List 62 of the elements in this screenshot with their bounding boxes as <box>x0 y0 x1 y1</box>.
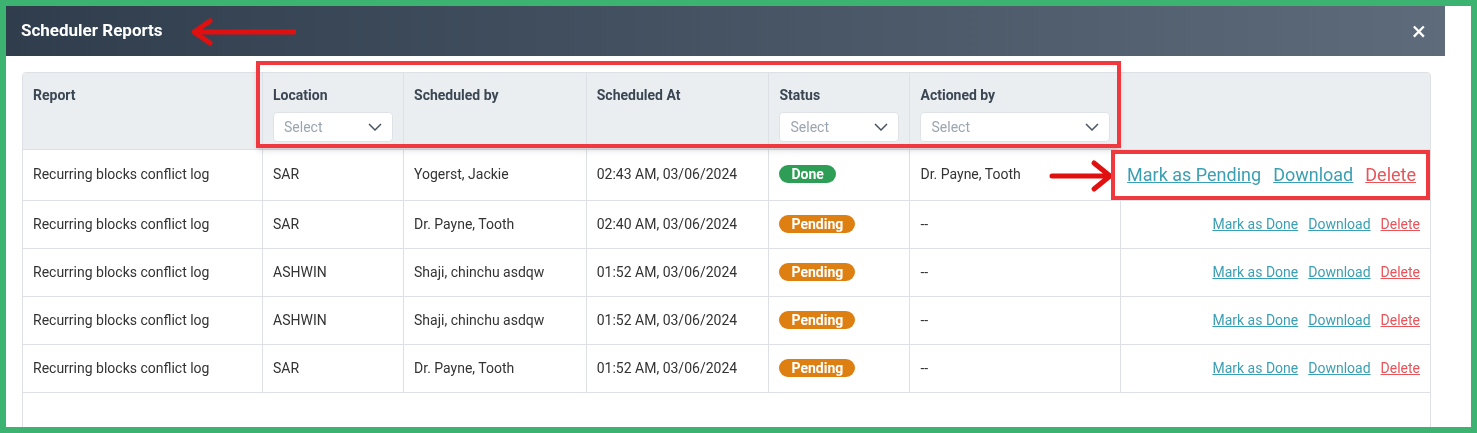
table-cell: SAR <box>262 149 404 200</box>
table-cell: Recurring blocks conflict log <box>23 296 263 344</box>
action-link[interactable]: Mark as Done <box>1212 261 1299 283</box>
close-button[interactable]: × <box>1408 18 1430 44</box>
action-link[interactable]: Download <box>1308 357 1371 379</box>
column-label: Report <box>33 86 77 105</box>
dialog-title: Scheduler Reports <box>21 19 163 43</box>
status-badge: Pending <box>779 262 856 281</box>
table-cell: ASHWIN <box>262 296 404 344</box>
delete-link[interactable]: Delete <box>1380 357 1420 379</box>
table-cell: Dr. Payne, Tooth <box>403 200 587 248</box>
table-cell: 01:52 AM, 03/06/2024 <box>586 248 769 296</box>
action-link[interactable]: Mark as Done <box>1212 357 1299 379</box>
table-cell: Dr. Payne, Tooth <box>403 344 587 392</box>
annotation-arrow-right <box>1048 159 1114 193</box>
column-label: Scheduled by <box>414 86 500 105</box>
action-link[interactable]: Download <box>1308 261 1371 283</box>
table-cell: 02:43 AM, 03/06/2024 <box>586 149 769 200</box>
filter-select[interactable]: Select <box>273 112 394 142</box>
column-label: Actioned by <box>920 86 997 105</box>
table-cell: 01:52 AM, 03/06/2024 <box>586 296 769 344</box>
delete-link[interactable]: Delete <box>1380 309 1420 331</box>
table-cell: Yogerst, Jackie <box>403 149 587 200</box>
chevron-down-icon <box>368 123 383 131</box>
action-link[interactable]: Mark as Pending <box>1127 161 1262 188</box>
table-cell: SAR <box>262 344 404 392</box>
table-cell: -- <box>910 344 1121 392</box>
table-cell: Shaji, chinchu asdqw <box>403 296 587 344</box>
filter-select[interactable]: Select <box>920 112 1111 142</box>
table-cell: -- <box>910 296 1121 344</box>
status-badge: Pending <box>779 358 856 377</box>
column-label: Scheduled At <box>596 86 682 105</box>
delete-link[interactable]: Delete <box>1365 161 1416 188</box>
delete-link[interactable]: Delete <box>1380 261 1420 283</box>
table-cell: -- <box>910 200 1121 248</box>
select-placeholder: Select <box>931 117 970 137</box>
table-cell: Recurring blocks conflict log <box>23 248 263 296</box>
status-badge: Done <box>779 165 836 183</box>
action-link[interactable]: Mark as Done <box>1212 213 1299 235</box>
column-label: Status <box>779 86 822 105</box>
table-cell: ASHWIN <box>262 248 404 296</box>
action-link[interactable]: Mark as Done <box>1212 309 1299 331</box>
table-cell: Shaji, chinchu asdqw <box>403 248 587 296</box>
table-cell: Recurring blocks conflict log <box>23 200 263 248</box>
table-cell: 01:52 AM, 03/06/2024 <box>586 344 769 392</box>
status-badge: Pending <box>779 214 856 233</box>
table-cell: 02:40 AM, 03/06/2024 <box>586 200 769 248</box>
select-placeholder: Select <box>284 117 323 137</box>
delete-link[interactable]: Delete <box>1380 213 1420 235</box>
table-cell: Recurring blocks conflict log <box>23 344 263 392</box>
action-link[interactable]: Download <box>1273 161 1354 188</box>
table-cell: SAR <box>262 200 404 248</box>
table-cell: Recurring blocks conflict log <box>23 149 263 200</box>
table-cell: -- <box>910 248 1121 296</box>
select-placeholder: Select <box>790 117 829 137</box>
chevron-down-icon <box>874 123 889 131</box>
chevron-down-icon <box>1085 123 1100 131</box>
action-link[interactable]: Download <box>1308 309 1371 331</box>
column-label: Location <box>273 86 329 105</box>
status-badge: Pending <box>779 310 856 329</box>
filter-select[interactable]: Select <box>779 112 900 142</box>
action-link[interactable]: Download <box>1308 213 1371 235</box>
